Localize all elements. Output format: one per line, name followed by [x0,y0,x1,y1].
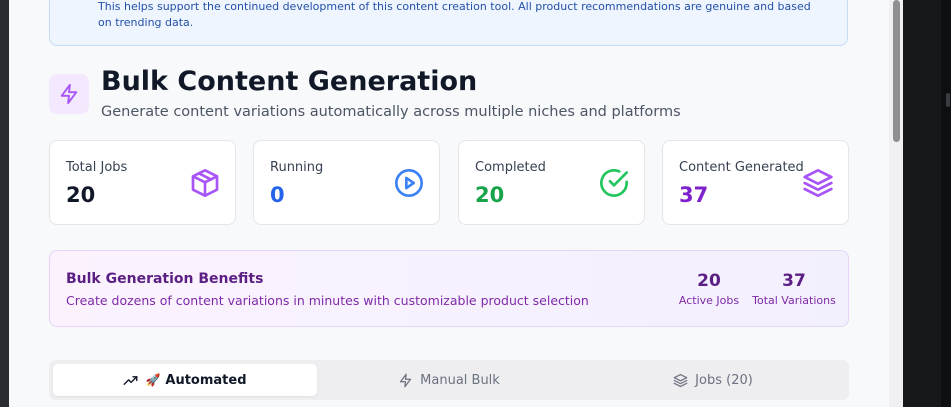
stat-card-completed: Completed 20 [458,140,645,225]
layers-icon [803,169,833,197]
active-jobs-value: 20 [697,271,721,291]
benefits-title: Bulk Generation Benefits [66,271,264,287]
tab-manual-bulk[interactable]: Manual Bulk [317,364,581,396]
left-window-edge [0,0,9,407]
page-subtitle: Generate content variations automaticall… [101,104,681,120]
active-jobs-stat: 20 Active Jobs [676,271,742,307]
box-icon [191,169,219,197]
trending-up-icon [124,375,138,385]
affiliate-notice: This helps support the continued develop… [49,0,848,46]
tab-label: Jobs (20) [695,372,753,388]
stat-label: Running [270,160,324,175]
stat-value: 20 [66,183,96,207]
tab-label: Manual Bulk [420,372,500,388]
check-circle-icon [600,168,628,197]
active-jobs-label: Active Jobs [678,294,740,307]
window-border [941,0,951,407]
stat-card-running: Running 0 [253,140,440,225]
total-variations-value: 37 [782,271,806,291]
stat-value: 0 [270,183,285,207]
benefits-description: Create dozens of content variations in m… [66,293,589,308]
layers-icon [673,373,688,387]
page-title: Bulk Content Generation [101,66,478,97]
notice-text: This helps support the continued develop… [98,0,811,29]
stat-value: 20 [475,183,505,207]
zap-icon [400,373,412,387]
zap-icon [49,74,89,114]
total-variations-label: Total Variations [752,294,836,307]
play-circle-icon [395,169,423,197]
stat-card-total-jobs: Total Jobs 20 [49,140,236,225]
scrollbar-thumb[interactable] [893,0,900,142]
tab-jobs[interactable]: Jobs (20) [581,364,845,396]
total-variations-stat: 37 Total Variations [750,271,838,307]
stat-label: Completed [475,160,546,175]
benefits-banner: Bulk Generation Benefits Create dozens o… [49,250,849,327]
tab-label: Automated [165,372,247,388]
stat-label: Total Jobs [66,160,128,175]
edge-marker [946,93,950,107]
stat-value: 37 [679,183,709,207]
right-window-edge [903,0,951,407]
tab-automated[interactable]: 🚀 Automated [53,364,317,396]
stat-label: Content Generated [679,160,804,175]
rocket-icon: 🚀 [145,373,161,387]
tab-bar: 🚀 Automated Manual Bulk Jobs (20) [49,360,849,400]
stat-card-content-generated: Content Generated 37 [662,140,849,225]
main-page: This helps support the continued develop… [9,0,889,407]
